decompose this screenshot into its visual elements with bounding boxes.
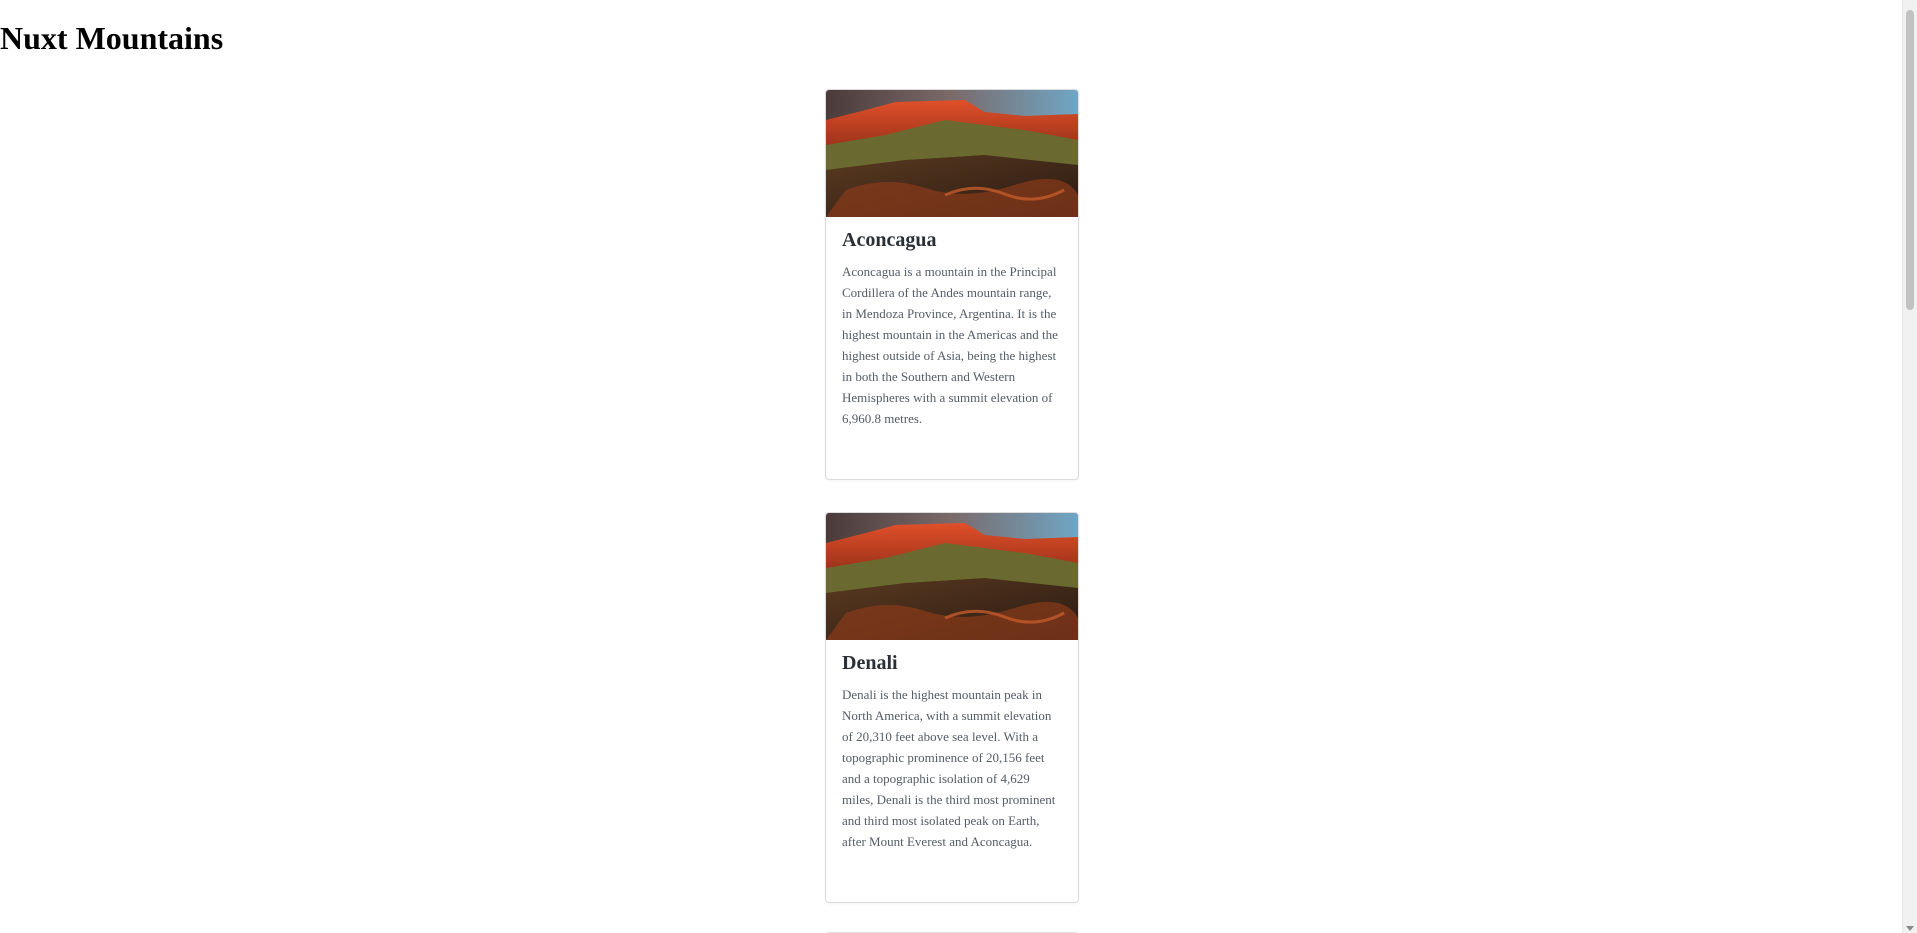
- mountain-description: Aconcagua is a mountain in the Principal…: [842, 264, 1058, 426]
- mountain-image: [826, 513, 1078, 640]
- page-scrollbar[interactable]: [1902, 0, 1917, 933]
- mountain-card[interactable]: Aconcagua Aconcagua is a mountain in the…: [825, 89, 1079, 480]
- page-title: Nuxt Mountains: [0, 20, 224, 56]
- mountain-card[interactable]: Denali Denali is the highest mountain pe…: [825, 512, 1079, 903]
- scroll-down-arrow-icon[interactable]: [1906, 926, 1914, 931]
- page: Nuxt Mountains Aconcagua Aconcagua is a …: [0, 0, 1917, 933]
- scrollbar-thumb[interactable]: [1906, 10, 1914, 310]
- mountain-title: Denali: [842, 652, 898, 674]
- mountain-description: Denali is the highest mountain peak in N…: [842, 687, 1056, 849]
- mountain-title: Aconcagua: [842, 229, 937, 251]
- mountain-image: [826, 90, 1078, 217]
